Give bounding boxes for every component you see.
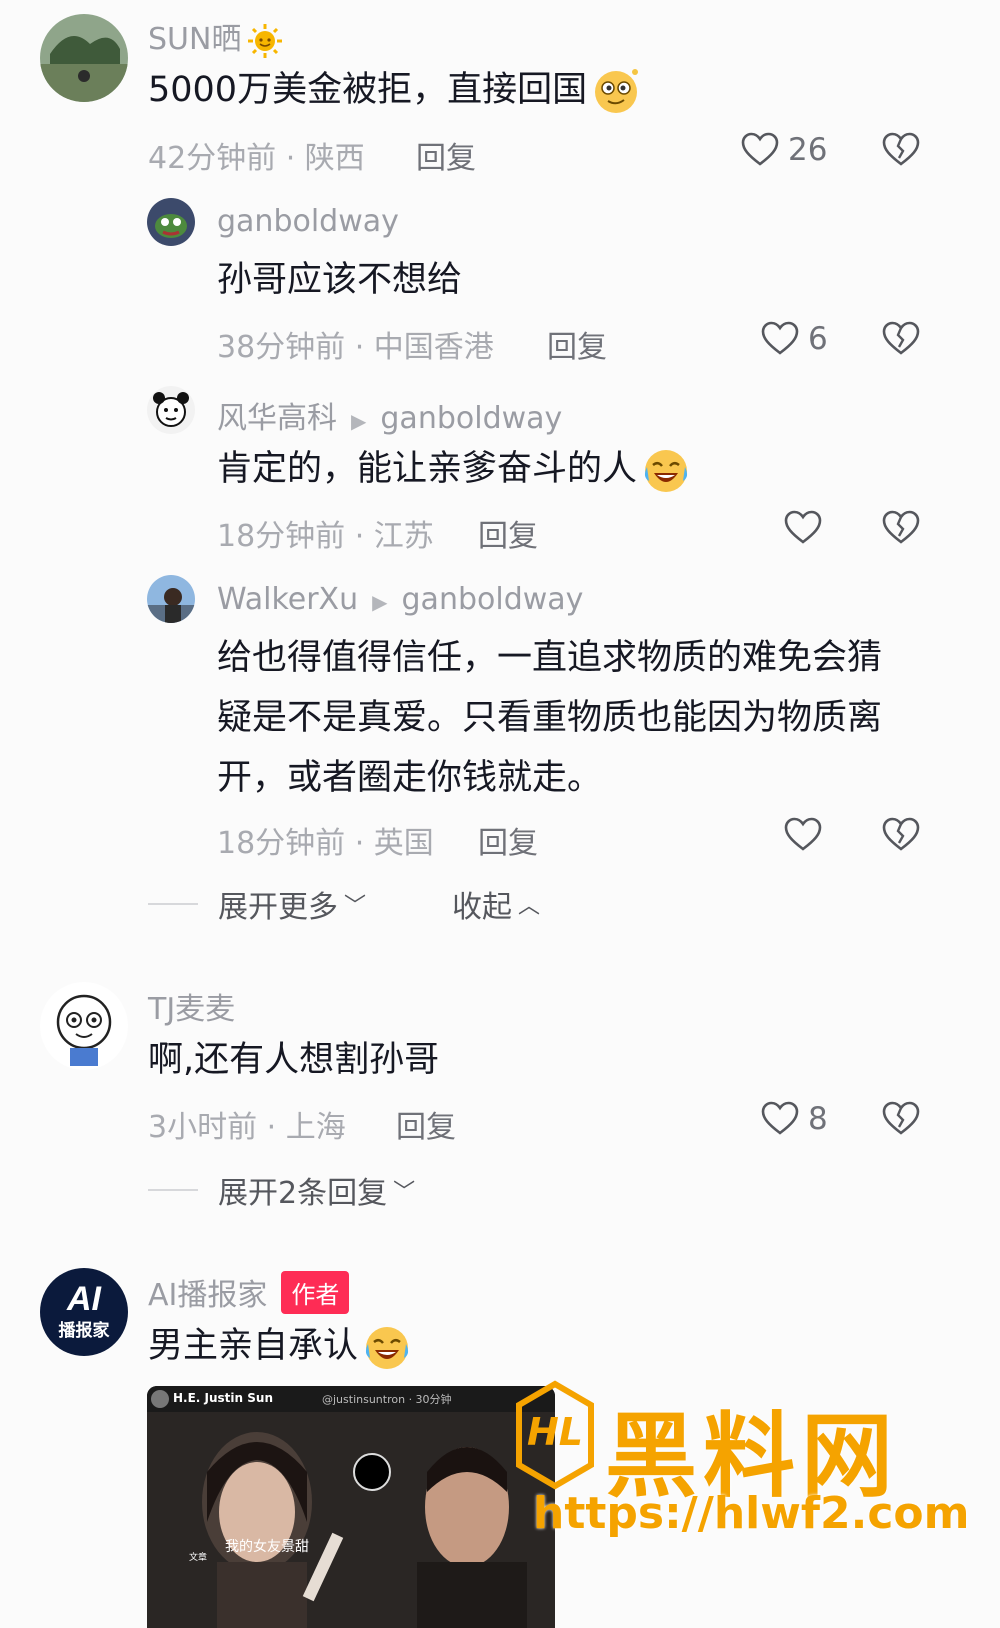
- avatar[interactable]: [147, 386, 195, 434]
- dislike-button[interactable]: [881, 1099, 921, 1139]
- like-button[interactable]: [783, 815, 831, 855]
- embedded-header-name: H.E. Justin Sun: [173, 1391, 273, 1405]
- reply-meta: 18分钟前 · 英国: [217, 826, 434, 861]
- avatar-logo-text: AI: [67, 1280, 101, 1318]
- dislike-button[interactable]: [881, 130, 921, 170]
- watermark-url: https://hlwf2.com: [533, 1488, 970, 1539]
- reply-meta: 38分钟前 · 中国香港: [217, 330, 494, 365]
- reply-button[interactable]: 回复: [416, 133, 476, 177]
- comment-username[interactable]: SUN晒: [148, 14, 283, 59]
- reply-button[interactable]: 回复: [547, 322, 607, 366]
- photo-illustration: [147, 1412, 555, 1628]
- heart-icon: [740, 130, 780, 170]
- reply-button[interactable]: 回复: [478, 511, 538, 555]
- like-button[interactable]: [783, 508, 831, 548]
- broken-heart-icon: [881, 130, 921, 170]
- collapse-button[interactable]: 收起 ︿: [452, 882, 540, 926]
- like-button[interactable]: 26: [740, 130, 827, 170]
- like-count: 26: [788, 132, 828, 168]
- laughing-crying-emoji-icon: [365, 1327, 409, 1369]
- reply-username-line: 风华高科 ▶ ganboldway: [217, 393, 562, 437]
- comment-meta: 42分钟前 · 陕西: [148, 141, 365, 176]
- reply-arrow-icon: ▶: [351, 409, 367, 433]
- broken-heart-icon: [881, 815, 921, 855]
- embedded-caption: 我的女友景甜: [225, 1539, 309, 1555]
- chevron-up-icon: ︿: [518, 894, 541, 919]
- dislike-button[interactable]: [881, 815, 921, 855]
- author-badge: 作者: [281, 1270, 350, 1314]
- reply-arrow-icon: ▶: [372, 590, 388, 614]
- reply-username[interactable]: WalkerXu: [217, 582, 358, 617]
- comment-meta: 3小时前 · 上海: [148, 1110, 346, 1145]
- reply-text-line: 疑是不是真爱。只看重物质也能因为物质离: [217, 698, 883, 738]
- reply-text: 孙哥应该不想给: [217, 260, 463, 300]
- like-button[interactable]: 6: [760, 319, 828, 359]
- like-count: 8: [808, 1101, 828, 1137]
- heart-icon: [760, 319, 800, 359]
- sun-emoji-icon: [248, 23, 283, 58]
- reply-button[interactable]: 回复: [396, 1102, 456, 1146]
- dizzy-face-emoji-icon: [595, 69, 639, 113]
- dislike-button[interactable]: [881, 508, 921, 548]
- avatar[interactable]: AI 播报家: [40, 1268, 128, 1356]
- reply-to-username[interactable]: ganboldway: [402, 582, 584, 617]
- reply-meta: 18分钟前 · 江苏: [217, 519, 434, 554]
- avatar-logo-subtext: 播报家: [58, 1321, 110, 1341]
- broken-heart-icon: [881, 508, 921, 548]
- dislike-button[interactable]: [881, 319, 921, 359]
- comment-username[interactable]: AI播报家: [148, 1270, 267, 1314]
- reply-to-username[interactable]: ganboldway: [380, 401, 562, 436]
- divider: [148, 1189, 198, 1191]
- embedded-image[interactable]: H.E. Justin Sun @justinsuntron · 30分钟 我的…: [147, 1386, 555, 1628]
- comment-username[interactable]: TJ麦麦: [148, 984, 235, 1028]
- reply-username[interactable]: 风华高科: [217, 401, 337, 436]
- chevron-down-icon: ﹀: [344, 894, 367, 919]
- avatar[interactable]: [147, 198, 195, 246]
- avatar[interactable]: [40, 982, 128, 1070]
- heart-icon: [783, 815, 823, 855]
- broken-heart-icon: [881, 319, 921, 359]
- chevron-down-icon: ﹀: [393, 1180, 416, 1205]
- expand-replies-button[interactable]: 展开2条回复 ﹀: [148, 1168, 415, 1212]
- reply-button[interactable]: 回复: [478, 818, 538, 862]
- avatar[interactable]: [40, 14, 128, 102]
- avatar[interactable]: [147, 575, 195, 623]
- heart-icon: [783, 508, 823, 548]
- laughing-crying-emoji-icon: [644, 450, 688, 492]
- comment-text: 啊,还有人想割孙哥: [148, 1040, 440, 1080]
- comment-text: 男主亲自承认: [148, 1316, 412, 1377]
- like-button[interactable]: 8: [760, 1099, 828, 1139]
- heart-icon: [760, 1099, 800, 1139]
- like-count: 6: [808, 321, 828, 357]
- reply-username[interactable]: ganboldway: [217, 204, 399, 239]
- comment-text: 5000万美金被拒，直接回国: [148, 60, 641, 121]
- broken-heart-icon: [881, 1099, 921, 1139]
- embedded-header-handle: @justinsuntron · 30分钟: [322, 1393, 452, 1406]
- reply-username-line: WalkerXu ▶ ganboldway: [217, 582, 583, 617]
- reply-text-line: 开，或者圈走你钱就走。: [217, 758, 603, 798]
- watermark-logo: HL: [515, 1380, 595, 1490]
- reply-text: 肯定的，能让亲爹奋斗的人: [217, 439, 691, 500]
- expand-more-button[interactable]: 展开更多 ﹀: [148, 882, 366, 926]
- divider: [148, 903, 198, 905]
- reply-text-line: 给也得值得信任，一直追求物质的难免会猜: [217, 638, 883, 678]
- embedded-caption-tag: 文章: [189, 1553, 208, 1563]
- comment-username-line: AI播报家 作者: [148, 1270, 350, 1314]
- embedded-avatar: [151, 1390, 169, 1408]
